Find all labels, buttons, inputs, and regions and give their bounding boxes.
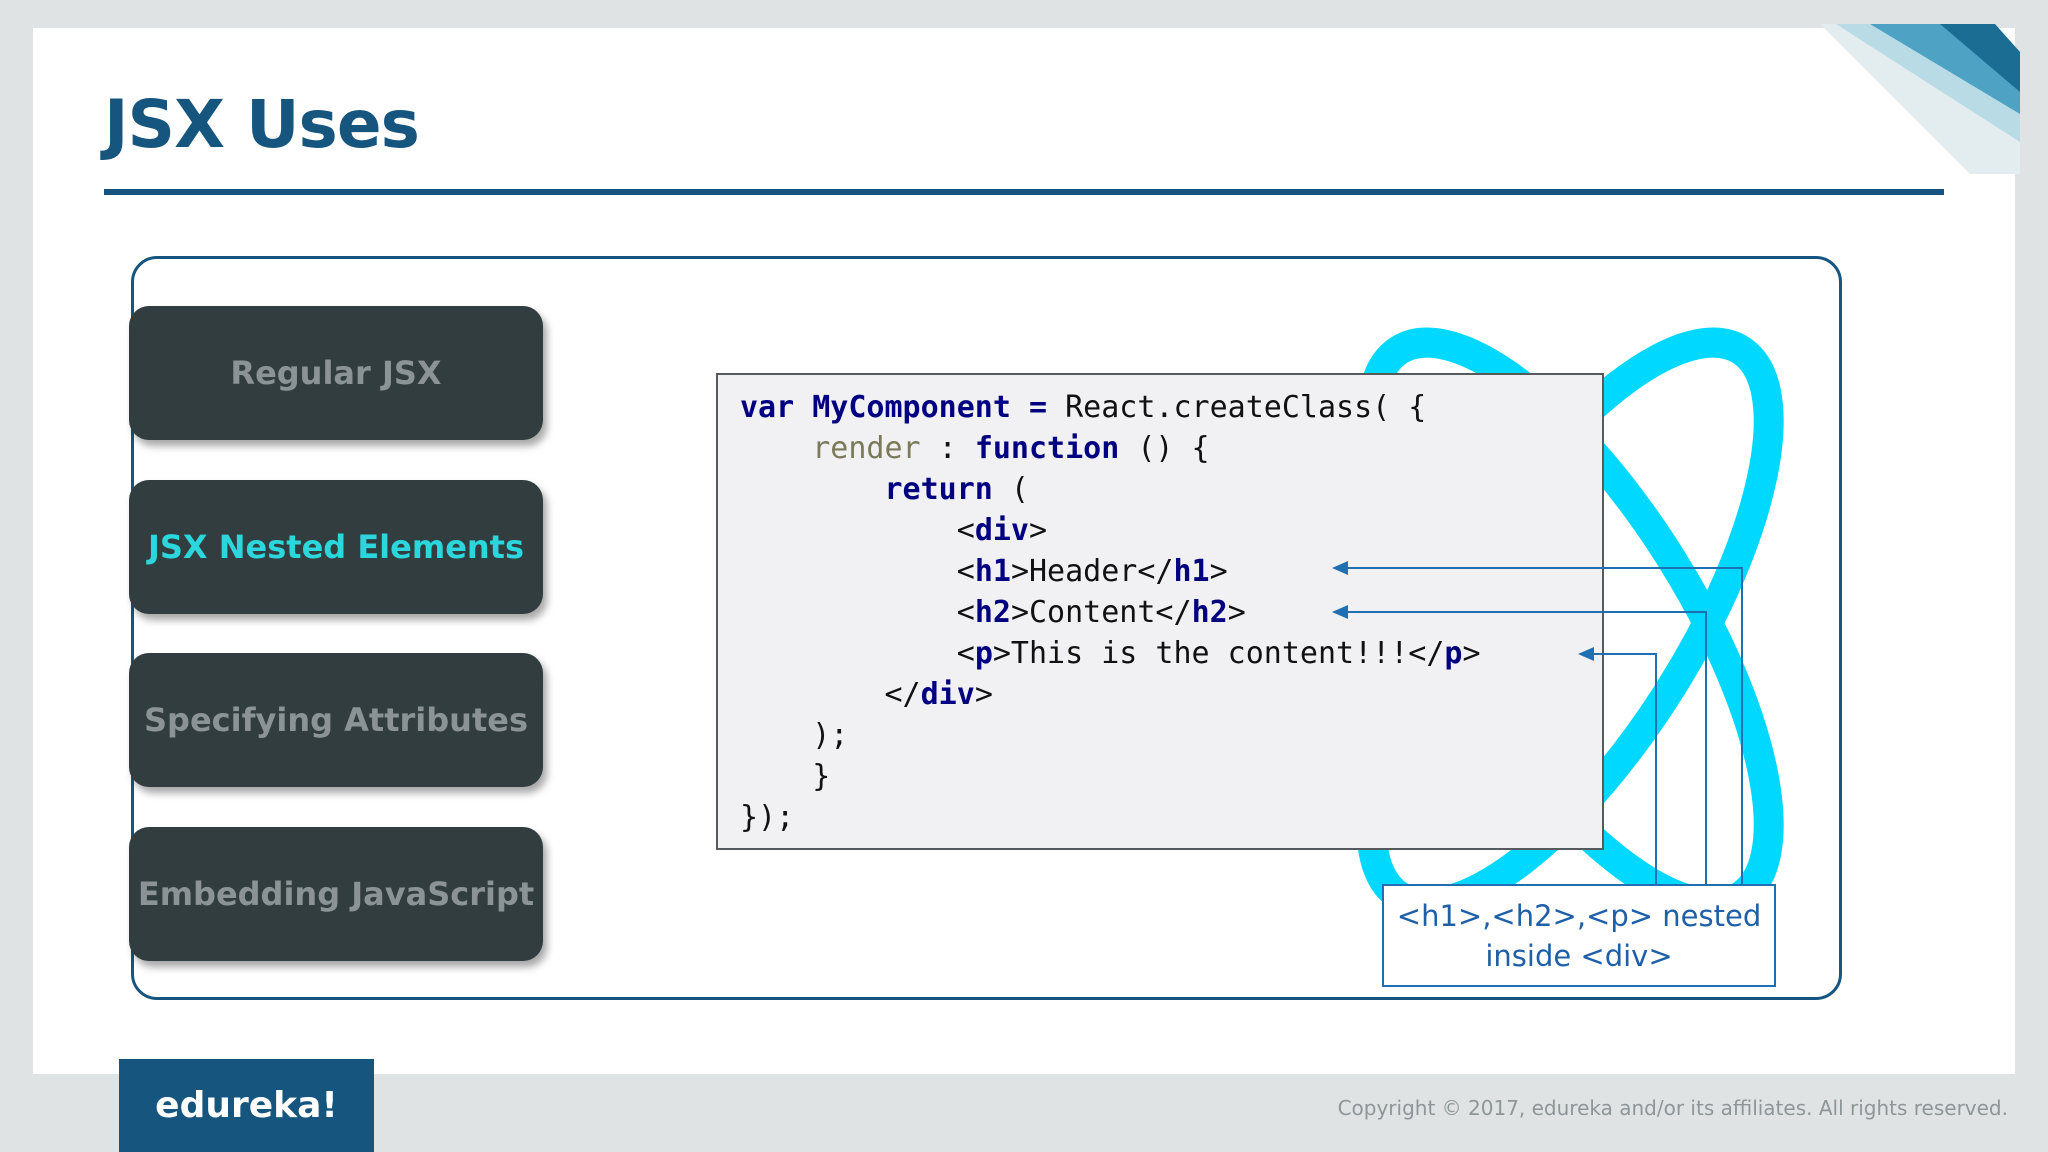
- page-title: JSX Uses: [104, 86, 420, 163]
- code-line-1: var MyComponent = React.createClass( {: [740, 387, 1426, 428]
- annotation-line-1: <h1>,<h2>,<p> nested: [1396, 898, 1762, 933]
- arrow-p: [1588, 653, 1657, 884]
- code-text: >: [1029, 513, 1048, 548]
- code-text: });: [740, 800, 795, 835]
- code-property: render: [812, 431, 921, 466]
- annotation-box: <h1>,<h2>,<p> nested inside <div>: [1382, 884, 1776, 987]
- code-text: </: [884, 677, 921, 712]
- code-text: }: [812, 759, 831, 794]
- code-text: () {: [1119, 431, 1210, 466]
- code-line-5: <h1>Header</h1>: [740, 551, 1228, 592]
- code-text: );: [812, 718, 849, 753]
- arrow-h1: [1342, 567, 1743, 884]
- arrowhead-icon: [1578, 647, 1594, 661]
- code-line-3: return (: [740, 469, 1030, 510]
- code-tag: h1: [974, 554, 1011, 589]
- code-tag: h2: [974, 595, 1011, 630]
- code-keyword: return: [884, 472, 993, 507]
- menu-regular-jsx-button[interactable]: Regular JSX: [129, 306, 543, 440]
- code-keyword: var: [740, 390, 795, 425]
- copyright-text: Copyright © 2017, edureka and/or its aff…: [1337, 1096, 2008, 1120]
- menu-jsx-nested-elements-button[interactable]: JSX Nested Elements: [129, 480, 543, 614]
- code-tag: div: [974, 513, 1029, 548]
- code-line-10: }: [740, 756, 830, 797]
- code-line-8: </div>: [740, 674, 993, 715]
- code-text: <: [956, 554, 975, 589]
- code-tag: div: [920, 677, 975, 712]
- code-tag: h2: [1191, 595, 1228, 630]
- code-text: >: [974, 677, 993, 712]
- code-keyword: function: [974, 431, 1120, 466]
- menu-embedding-javascript-button[interactable]: Embedding JavaScript: [129, 827, 543, 961]
- code-tag: p: [974, 636, 993, 671]
- code-identifier: MyComponent: [812, 390, 1011, 425]
- code-text: <: [956, 513, 975, 548]
- menu-specifying-attributes-button[interactable]: Specifying Attributes: [129, 653, 543, 787]
- code-text: >: [1209, 554, 1228, 589]
- code-text: >Content</: [1010, 595, 1192, 630]
- arrow-h2: [1342, 611, 1707, 884]
- code-line-4: <div>: [740, 510, 1047, 551]
- code-text: <: [956, 636, 975, 671]
- code-line-11: });: [740, 797, 794, 838]
- arrowhead-icon: [1332, 605, 1348, 619]
- code-operator: =: [1029, 390, 1048, 425]
- code-line-6: <h2>Content</h2>: [740, 592, 1246, 633]
- connector-arrows: [1332, 561, 1743, 884]
- code-text: (: [992, 472, 1029, 507]
- code-text: :: [920, 431, 975, 466]
- code-text: >: [1227, 595, 1246, 630]
- code-text: <: [956, 595, 975, 630]
- arrowhead-icon: [1332, 561, 1348, 575]
- code-line-2: render : function () {: [740, 428, 1210, 469]
- code-tag: h1: [1173, 554, 1210, 589]
- annotation-line-2: inside <div>: [1485, 938, 1673, 973]
- code-text: >Header</: [1010, 554, 1174, 589]
- code-text: React.createClass( {: [1065, 390, 1427, 425]
- code-line-9: );: [740, 715, 848, 756]
- title-underline: [104, 189, 1944, 195]
- corner-decoration: [1820, 24, 2020, 174]
- edureka-logo: edureka!: [119, 1059, 374, 1152]
